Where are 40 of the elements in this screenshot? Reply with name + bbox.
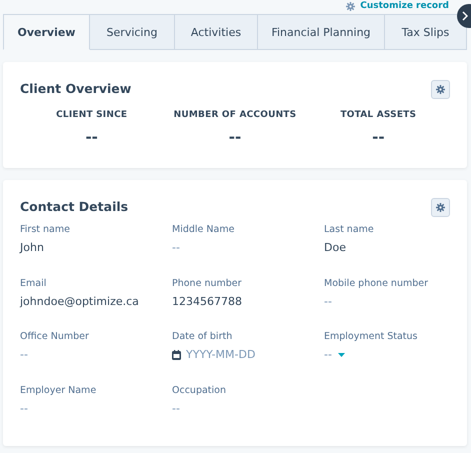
field-value: -- <box>172 402 181 414</box>
stat-value: -- <box>371 128 386 146</box>
tab[interactable]: Servicing <box>90 14 175 50</box>
tab[interactable]: Financial Planning <box>258 14 385 50</box>
field-label: Employer Name <box>20 384 98 396</box>
settings-icon <box>436 203 445 212</box>
field-label: Middle Name <box>172 224 236 235</box>
field-value: -- <box>20 348 29 361</box>
card-title: Contact Details <box>20 199 128 214</box>
field-value: -- <box>20 402 29 414</box>
field-value: 1234567788 <box>172 294 243 308</box>
settings-button[interactable] <box>431 198 450 217</box>
field-label: Employment Status <box>324 331 418 342</box>
field-label: Date of birth <box>172 331 234 342</box>
field-value: -- <box>324 294 333 308</box>
card-title: Client Overview <box>20 81 132 96</box>
caret-icon <box>338 352 345 356</box>
field-value: johndoe@optimize.ca <box>20 294 140 308</box>
field-label: Office Number <box>20 331 90 342</box>
field-label: Occupation <box>172 384 227 396</box>
settings-button[interactable] <box>431 80 450 99</box>
field-value: -- <box>172 241 181 254</box>
stat-value: -- <box>84 128 99 146</box>
field-value: Doe <box>324 241 347 254</box>
field-label: First name <box>20 224 71 235</box>
field-value: John <box>20 241 45 254</box>
chevron-icon <box>462 11 468 21</box>
settings-icon <box>436 85 445 94</box>
tab[interactable]: Activities <box>175 14 258 50</box>
field-label: Mobile phone number <box>324 278 430 288</box>
stat-label: NUMBER OF ACCOUNTS <box>172 110 298 120</box>
tab[interactable]: Tax Slips <box>385 14 467 50</box>
field-label: Phone number <box>172 278 243 288</box>
stat-value: -- <box>228 128 242 146</box>
tab[interactable]: Overview <box>3 14 90 50</box>
stat-label: CLIENT SINCE <box>55 110 128 120</box>
field-label: Email <box>20 278 48 288</box>
calendar-icon <box>172 350 181 360</box>
stat-label: TOTAL ASSETS <box>339 110 418 120</box>
field-label: Last name <box>324 224 375 235</box>
